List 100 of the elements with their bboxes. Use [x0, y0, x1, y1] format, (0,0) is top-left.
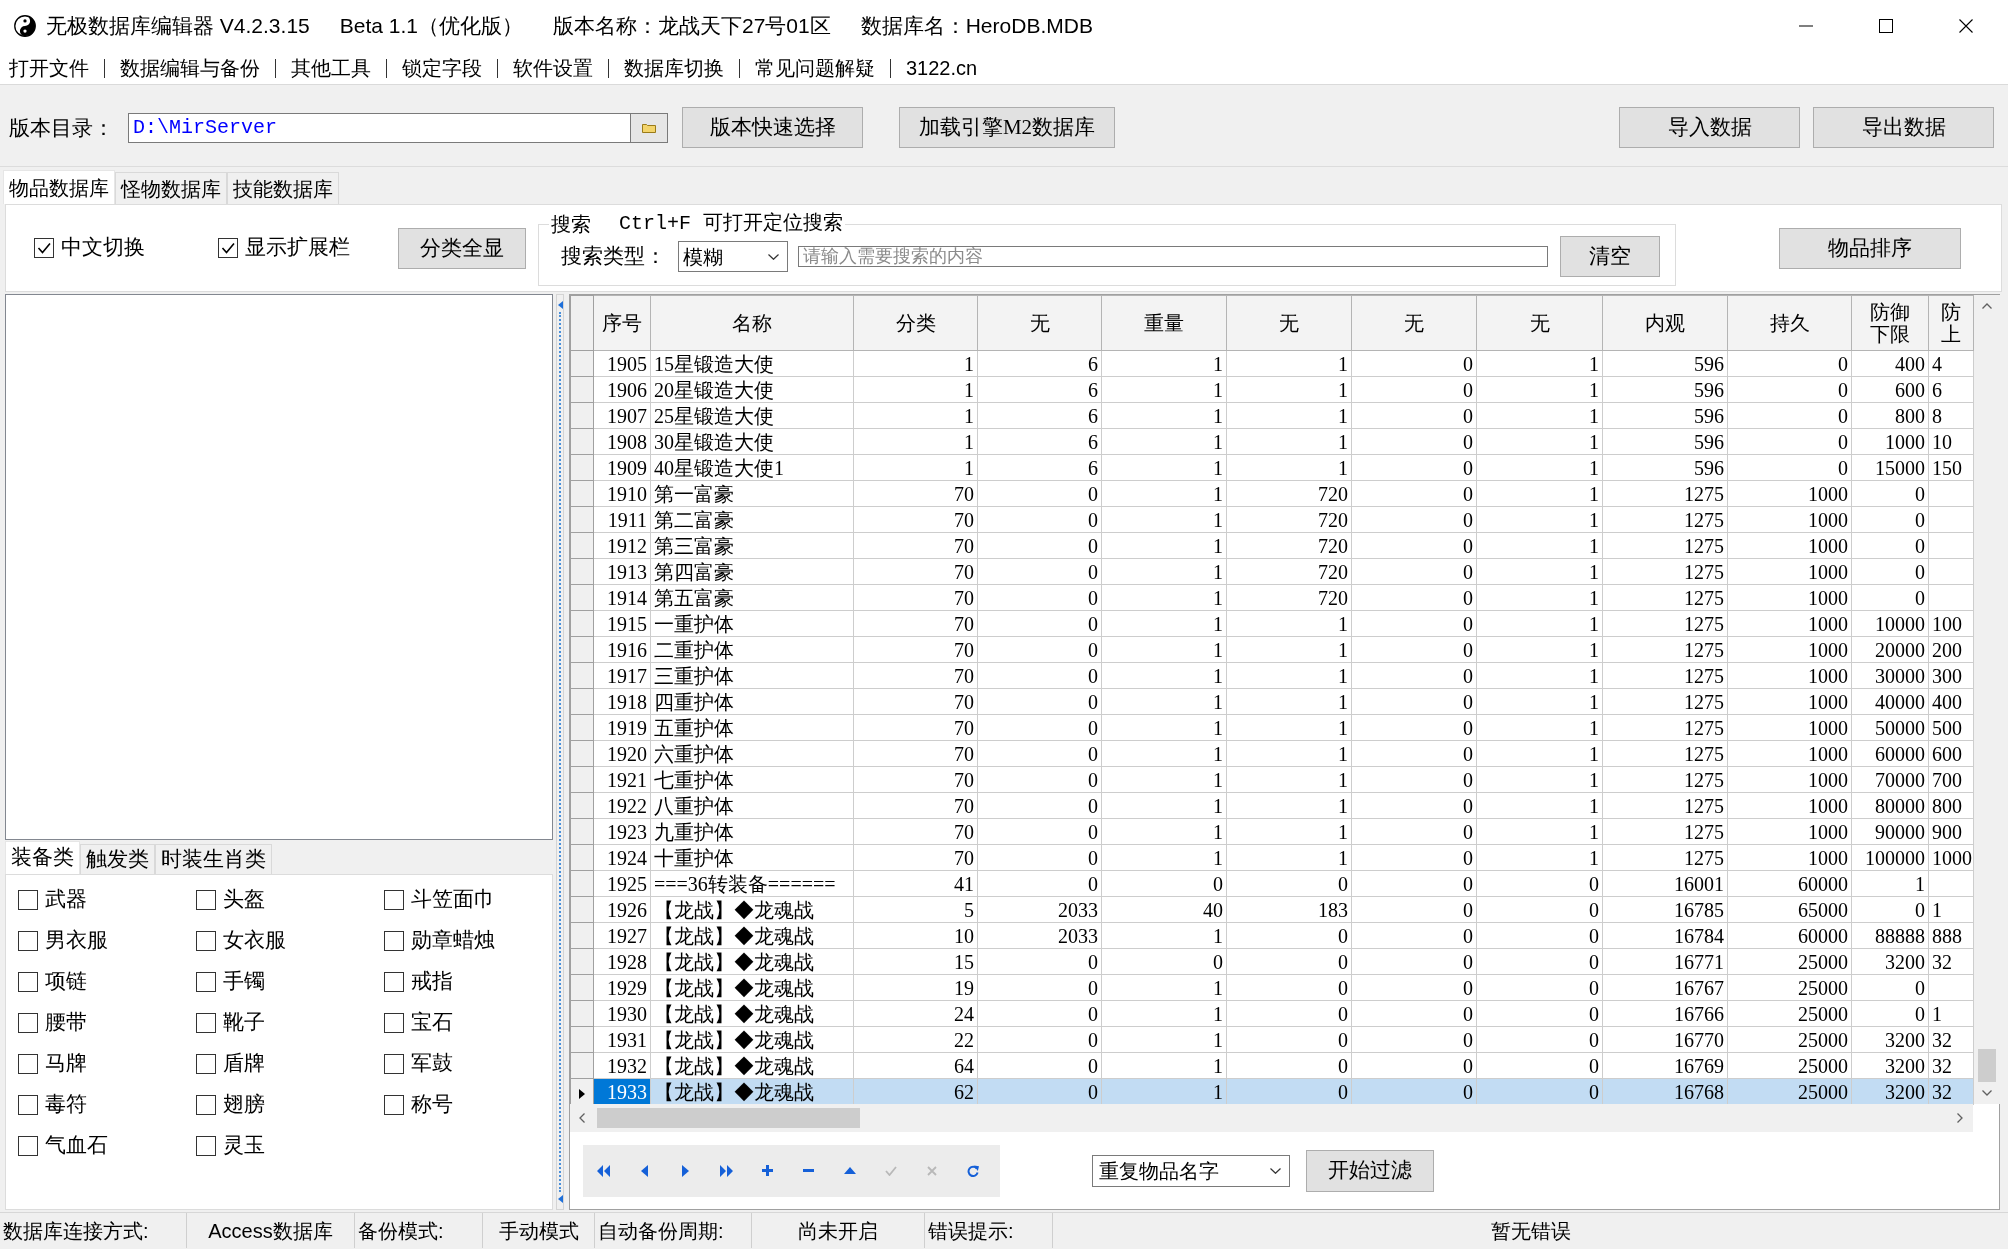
export-button[interactable]: 导出数据 [1813, 107, 1994, 148]
checkbox[interactable] [384, 1094, 404, 1115]
sort-button[interactable]: 物品排序 [1779, 227, 1961, 269]
checkbox[interactable] [196, 1094, 216, 1115]
checkbox-label[interactable]: 项链 [45, 968, 87, 995]
filter-button[interactable]: 开始过滤 [1306, 1149, 1434, 1192]
scrollbar-thumb[interactable] [1978, 1049, 1996, 1082]
table-row[interactable]: 1919 五重护体 70 0 1 1 0 1 1275 1000 50000 500 [570, 714, 1974, 741]
column-header[interactable]: 无 [977, 295, 1102, 351]
chevron-right-icon[interactable] [1957, 1113, 1963, 1123]
checkbox[interactable] [196, 930, 216, 951]
scrollbar-thumb[interactable] [597, 1108, 860, 1128]
table-row[interactable]: 1920 六重护体 70 0 1 1 0 1 1275 1000 60000 600 [570, 740, 1974, 767]
clear-button[interactable]: 清空 [1560, 236, 1660, 277]
checkbox[interactable] [18, 1135, 38, 1156]
browse-button[interactable] [630, 112, 668, 143]
menu-item[interactable]: 打开文件 [9, 57, 89, 79]
table-row[interactable]: 1924 十重护体 70 0 1 1 0 1 1275 1000 100000 1000 [570, 844, 1974, 871]
menu-item[interactable]: 常见问题解疑 [755, 57, 875, 79]
checkbox-label[interactable]: 中文切换 [61, 235, 145, 261]
checkbox-label[interactable]: 盾牌 [223, 1050, 265, 1077]
table-row[interactable]: 1906 20星锻造大使 1 6 1 1 0 1 596 0 600 6 [570, 376, 1974, 403]
maximize-icon[interactable] [1879, 19, 1893, 33]
checkbox-label[interactable]: 戒指 [411, 968, 453, 995]
table-row[interactable]: 1932 【龙战】◆龙魂战 64 0 1 0 0 0 16769 25000 3200 32 [570, 1052, 1974, 1079]
checkbox-label[interactable]: 腰带 [45, 1009, 87, 1036]
checkbox-label[interactable]: 毒符 [45, 1091, 87, 1118]
checkbox-label[interactable]: 宝石 [411, 1009, 453, 1036]
double-triangle-right-icon[interactable] [720, 1164, 733, 1177]
table-row[interactable]: 1931 【龙战】◆龙魂战 22 0 1 0 0 0 16770 25000 3200 32 [570, 1026, 1974, 1053]
triangle-left-icon[interactable] [641, 1164, 648, 1177]
column-header[interactable]: 无 [1351, 295, 1477, 351]
quick-select-button[interactable]: 版本快速选择 [682, 107, 863, 148]
tab[interactable]: 时装生肖类 [155, 844, 272, 874]
checkbox[interactable] [18, 889, 38, 910]
table-row[interactable]: 1918 四重护体 70 0 1 1 0 1 1275 1000 40000 400 [570, 688, 1974, 715]
column-header[interactable]: 防上 [1928, 295, 1974, 351]
table-row[interactable]: 1915 一重护体 70 0 1 1 0 1 1275 1000 10000 100 [570, 610, 1974, 637]
tab[interactable]: 怪物数据库 [115, 172, 227, 204]
table-row[interactable]: 1930 【龙战】◆龙魂战 24 0 1 0 0 0 16766 25000 0 1 [570, 1000, 1974, 1027]
checkbox-label[interactable]: 斗笠面巾 [411, 886, 495, 913]
path-field[interactable]: D:\MirServer [128, 112, 630, 143]
double-triangle-left-icon[interactable] [597, 1164, 610, 1177]
table-row[interactable]: 1922 八重护体 70 0 1 1 0 1 1275 1000 80000 800 [570, 792, 1974, 819]
chevron-left-icon[interactable] [579, 1113, 585, 1123]
vertical-scrollbar[interactable] [1974, 295, 2000, 1104]
splitter-handle[interactable] [556, 294, 564, 1210]
table-row[interactable]: 1921 七重护体 70 0 1 1 0 1 1275 1000 70000 700 [570, 766, 1974, 793]
checkbox-label[interactable]: 头盔 [223, 886, 265, 913]
checkbox[interactable] [218, 238, 238, 258]
menu-item[interactable]: 其他工具 [291, 57, 371, 79]
checkbox[interactable] [18, 1012, 38, 1033]
column-header[interactable]: 无 [1226, 295, 1352, 351]
triangle-left-icon[interactable] [557, 301, 563, 309]
checkbox[interactable] [18, 1094, 38, 1115]
menu-item[interactable]: 数据库切换 [624, 57, 724, 79]
table-row[interactable]: 1914 第五富豪 70 0 1 720 0 1 1275 1000 0 [570, 584, 1974, 611]
close-icon[interactable] [1959, 19, 1973, 33]
checkbox-label[interactable]: 男衣服 [45, 927, 108, 954]
checkbox[interactable] [196, 889, 216, 910]
show-all-button[interactable]: 分类全显 [398, 227, 526, 269]
checkbox[interactable] [18, 1053, 38, 1074]
checkbox[interactable] [384, 971, 404, 992]
checkbox-label[interactable]: 武器 [45, 886, 87, 913]
checkbox-label[interactable]: 气血石 [45, 1132, 108, 1159]
load-database-button[interactable]: 加载引擎M2数据库 [899, 107, 1115, 148]
checkbox[interactable] [384, 1012, 404, 1033]
table-row[interactable]: 1907 25星锻造大使 1 6 1 1 0 1 596 0 800 8 [570, 402, 1974, 429]
table-row[interactable]: 1933 【龙战】◆龙魂战 62 0 1 0 0 0 16768 25000 3200 32 [570, 1078, 1974, 1105]
checkbox[interactable] [196, 971, 216, 992]
table-row[interactable]: 1908 30星锻造大使 1 6 1 1 0 1 596 0 1000 10 [570, 428, 1974, 455]
checkbox-label[interactable]: 靴子 [223, 1009, 265, 1036]
triangle-right-icon[interactable] [682, 1164, 689, 1177]
column-header[interactable]: 分类 [853, 295, 978, 351]
column-header[interactable]: 无 [1476, 295, 1603, 351]
table-row[interactable]: 1917 三重护体 70 0 1 1 0 1 1275 1000 30000 300 [570, 662, 1974, 689]
search-field[interactable]: 请输入需要搜索的内容 [798, 246, 1548, 267]
checkbox[interactable] [384, 1053, 404, 1074]
column-header[interactable]: 名称 [650, 295, 854, 351]
checkbox[interactable] [384, 889, 404, 910]
table-row[interactable]: 1923 九重护体 70 0 1 1 0 1 1275 1000 90000 900 [570, 818, 1974, 845]
menu-item[interactable]: 锁定字段 [402, 57, 482, 79]
plus-icon[interactable] [762, 1165, 773, 1176]
checkbox[interactable] [196, 1135, 216, 1156]
triangle-up-icon[interactable] [843, 1167, 856, 1174]
table-row[interactable]: 1916 二重护体 70 0 1 1 0 1 1275 1000 20000 200 [570, 636, 1974, 663]
checkbox[interactable] [18, 930, 38, 951]
filter-dropdown[interactable]: 重复物品名字 [1092, 1154, 1290, 1187]
checkbox-label[interactable]: 翅膀 [223, 1091, 265, 1118]
search-type-dropdown[interactable]: 模糊 [678, 241, 788, 272]
checkbox-label[interactable]: 军鼓 [411, 1050, 453, 1077]
triangle-left-icon[interactable] [557, 1195, 563, 1203]
table-row[interactable]: 1929 【龙战】◆龙魂战 19 0 1 0 0 0 16767 25000 0 [570, 974, 1974, 1001]
checkbox-label[interactable]: 显示扩展栏 [245, 235, 350, 261]
table-row[interactable]: 1925 ===36转装备====== 41 0 0 0 0 0 16001 60000 1 [570, 870, 1974, 897]
table-row[interactable]: 1905 15星锻造大使 1 6 1 1 0 1 596 0 400 4 [570, 350, 1974, 377]
table-row[interactable]: 1927 【龙战】◆龙魂战 10 2033 1 0 0 0 16784 60000 88888 888 [570, 922, 1974, 949]
table-row[interactable]: 1912 第三富豪 70 0 1 720 0 1 1275 1000 0 [570, 532, 1974, 559]
menu-item[interactable]: 软件设置 [513, 57, 593, 79]
tab[interactable]: 装备类 [5, 841, 80, 874]
